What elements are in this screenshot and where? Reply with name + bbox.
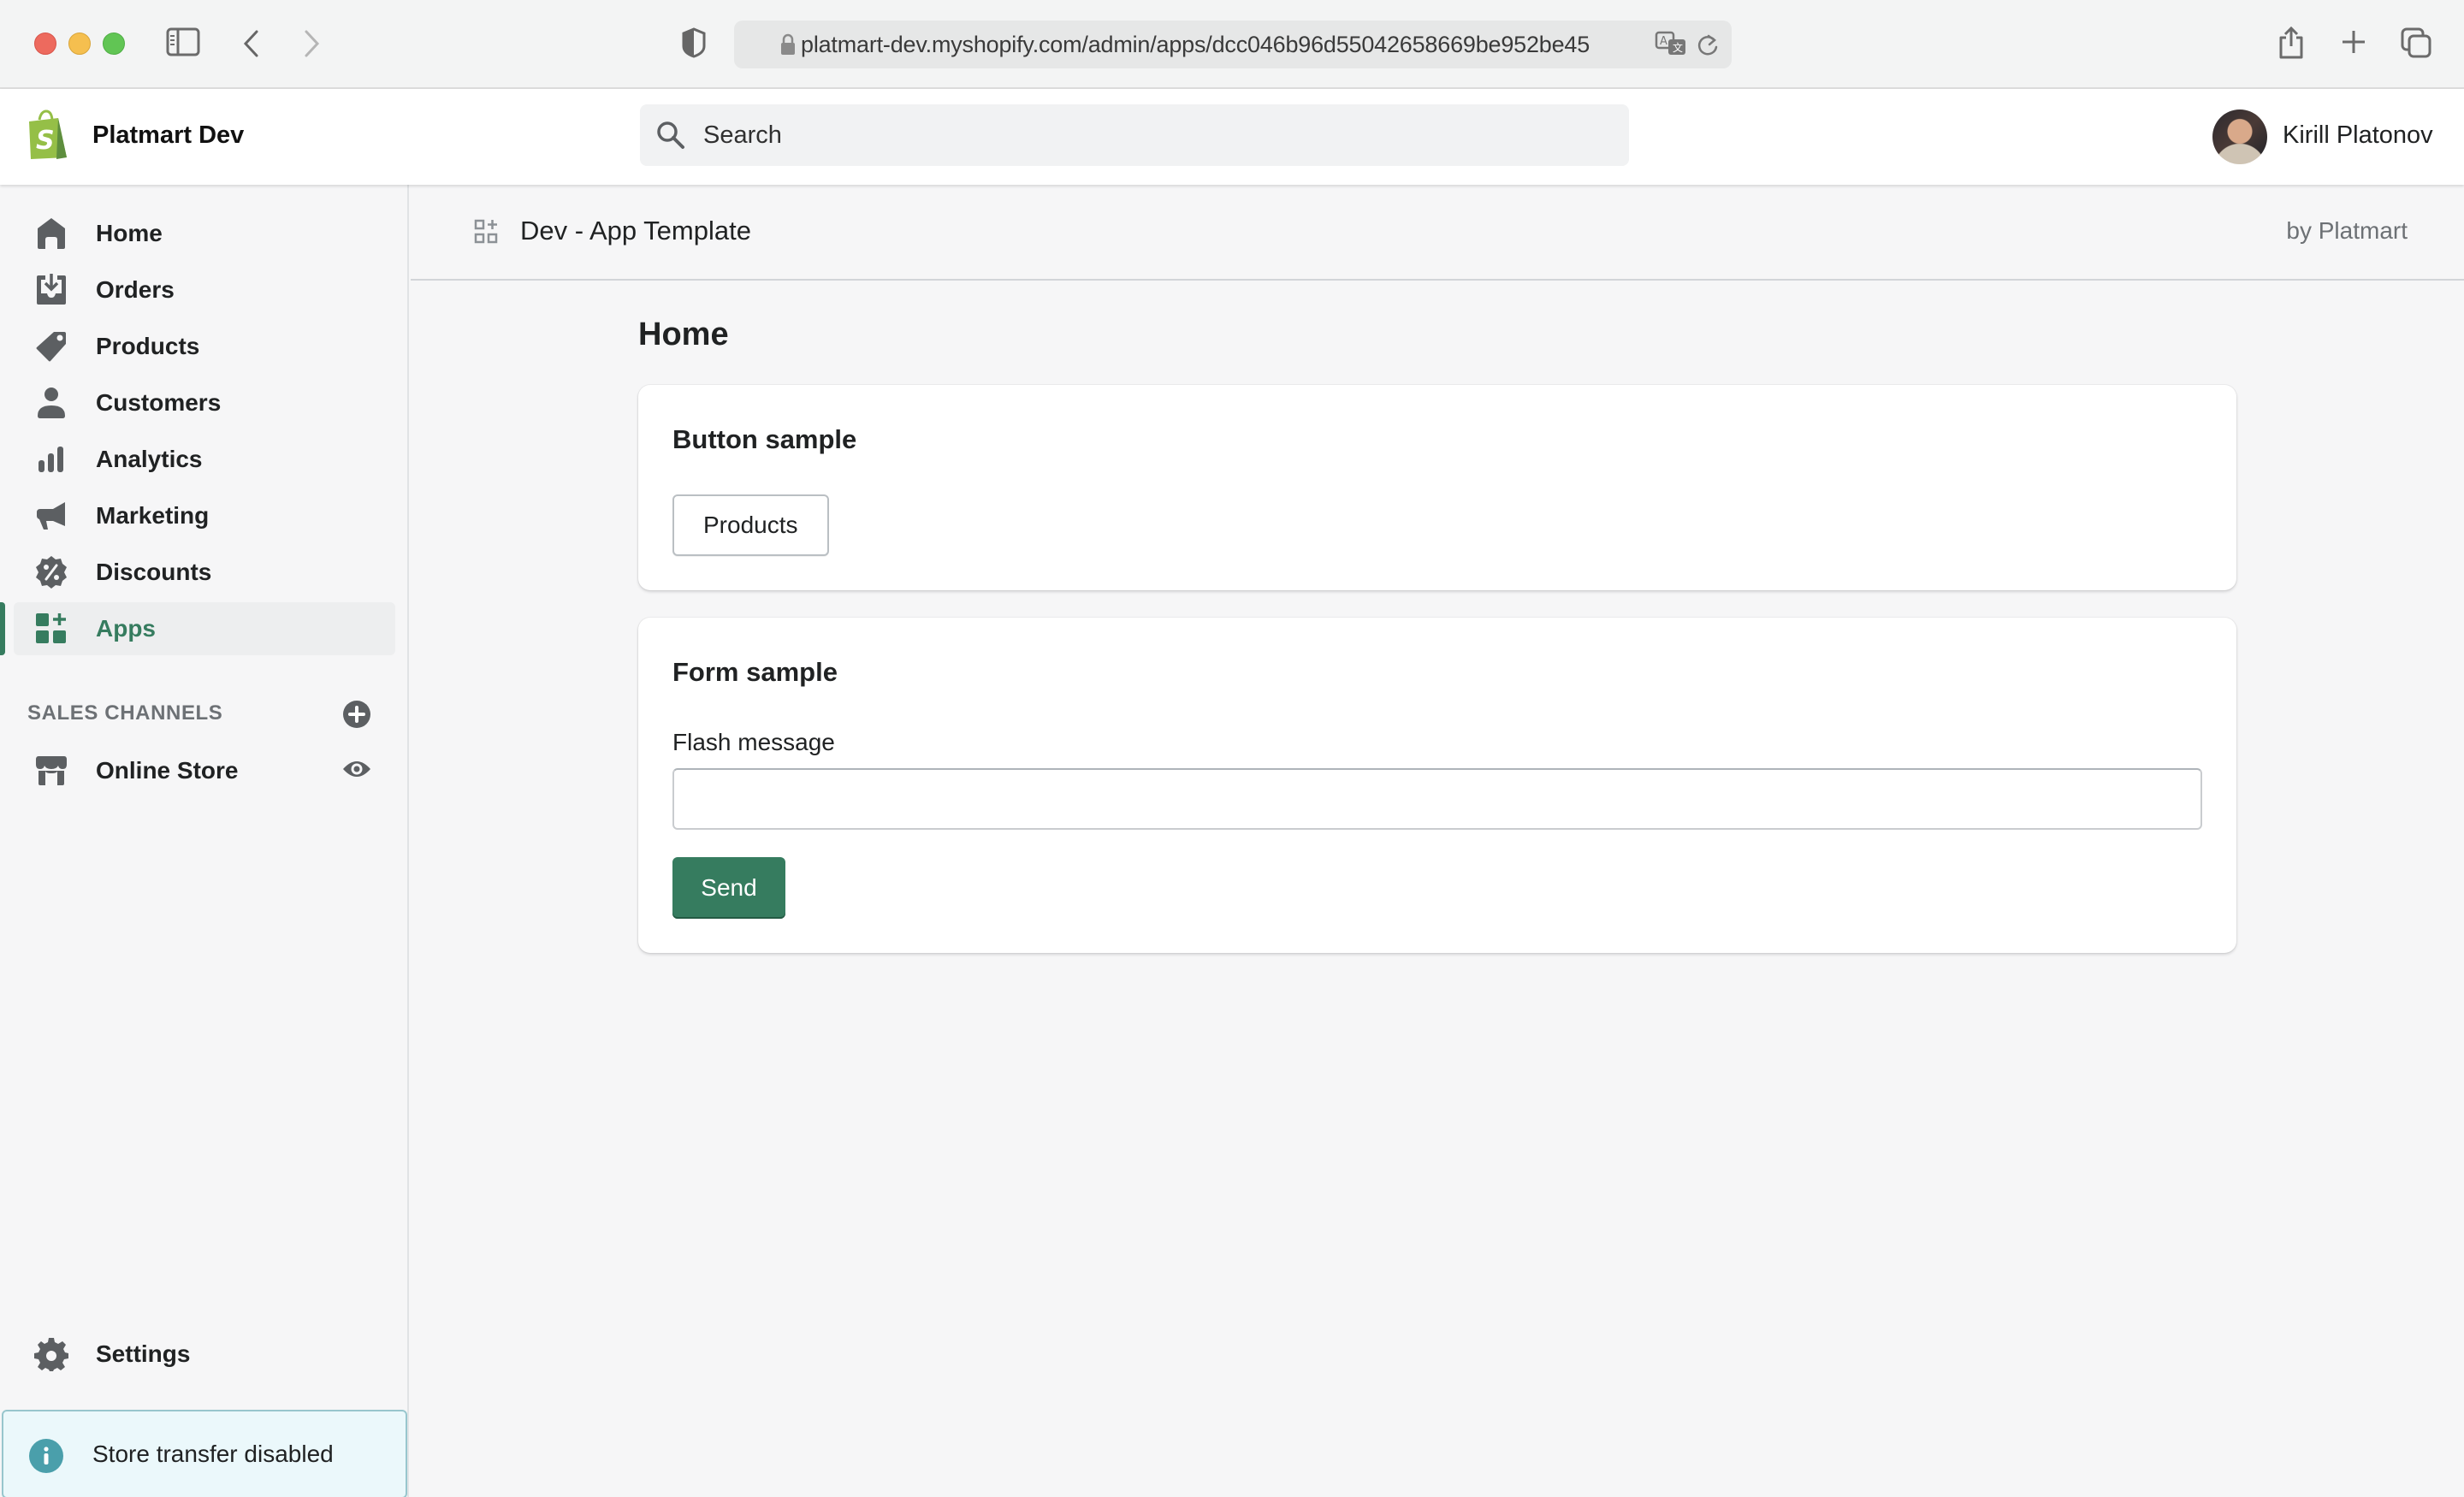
flash-message-label: Flash message (672, 729, 835, 755)
orders-icon (34, 273, 68, 307)
sidebar-item-label: Online Store (96, 757, 239, 784)
card-title: Button sample (672, 424, 857, 454)
view-store-icon[interactable] (342, 754, 371, 784)
sidebar-item-online-store[interactable]: Online Store (14, 744, 395, 797)
forward-icon[interactable] (303, 29, 322, 58)
browser-toolbar: platmart-dev.myshopify.com/admin/apps/dc… (0, 0, 2464, 89)
avatar[interactable] (2212, 109, 2267, 164)
sidebar-item-label: Analytics (96, 446, 203, 472)
gear-icon (34, 1337, 68, 1371)
close-window-button[interactable] (34, 33, 56, 55)
privacy-shield-icon[interactable] (681, 27, 707, 58)
user-name[interactable]: Kirill Platonov (2283, 121, 2433, 150)
sidebar-item-label: Discounts (96, 559, 212, 585)
sidebar-item-label: Apps (96, 615, 156, 642)
sidebar-toggle-icon[interactable] (166, 27, 200, 56)
svg-text:A: A (1660, 35, 1667, 48)
app-grid-icon (474, 219, 498, 249)
sidebar-item-analytics[interactable]: Analytics (14, 433, 395, 486)
app-title: Dev - App Template (520, 216, 751, 246)
add-sales-channel-button[interactable] (342, 700, 371, 729)
sidebar-item-customers[interactable]: Customers (14, 376, 395, 429)
store-name[interactable]: Platmart Dev (92, 121, 244, 150)
page-title: Home (638, 317, 729, 352)
sidebar-item-label: Orders (96, 276, 175, 303)
zoom-window-button[interactable] (103, 33, 125, 55)
app-developer: by Platmart (2286, 217, 2408, 244)
active-indicator (0, 602, 5, 655)
translate-icon[interactable]: A文 (1655, 31, 1689, 60)
svg-text:文: 文 (1673, 41, 1683, 54)
sidebar-item-label: Customers (96, 389, 222, 416)
lock-icon (780, 33, 796, 56)
button-sample-card: Button sample Products (638, 385, 2236, 590)
tag-icon (34, 329, 68, 364)
sidebar-item-marketing[interactable]: Marketing (14, 489, 395, 542)
discount-icon (34, 555, 68, 589)
sidebar-item-discounts[interactable]: Discounts (14, 546, 395, 599)
share-icon[interactable] (2277, 26, 2305, 60)
sidebar-item-settings[interactable]: Settings (14, 1328, 395, 1381)
store-transfer-banner: Store transfer disabled (2, 1410, 407, 1497)
flash-message-input[interactable] (672, 768, 2202, 830)
banner-text: Store transfer disabled (92, 1441, 334, 1467)
person-icon (34, 386, 68, 420)
form-sample-card: Form sample Flash message Send (638, 618, 2236, 953)
search-placeholder: Search (703, 121, 782, 149)
home-icon (34, 216, 68, 251)
sidebar: Home Orders Products Customers Analytics… (0, 185, 409, 1497)
back-icon[interactable] (241, 29, 260, 58)
url-text: platmart-dev.myshopify.com/admin/apps/dc… (801, 31, 1590, 57)
card-title: Form sample (672, 657, 838, 687)
send-button[interactable]: Send (672, 857, 785, 919)
megaphone-icon (34, 499, 68, 533)
search-icon (655, 120, 686, 151)
sidebar-item-products[interactable]: Products (14, 320, 395, 373)
sales-channels-heading: SALES CHANNELS (27, 701, 223, 725)
products-button[interactable]: Products (672, 494, 829, 556)
search-input[interactable]: Search (640, 104, 1629, 166)
address-bar[interactable]: platmart-dev.myshopify.com/admin/apps/dc… (734, 21, 1732, 68)
sidebar-item-apps[interactable]: Apps (14, 602, 395, 655)
info-icon (29, 1439, 63, 1473)
sidebar-item-home[interactable]: Home (14, 207, 395, 260)
bar-chart-icon (34, 442, 68, 476)
sidebar-item-label: Products (96, 333, 200, 359)
sidebar-item-orders[interactable]: Orders (14, 263, 395, 317)
reload-icon[interactable] (1696, 33, 1720, 58)
store-icon (34, 754, 68, 788)
tab-overview-icon[interactable] (2401, 27, 2431, 58)
apps-icon (34, 612, 68, 646)
new-tab-icon[interactable] (2341, 29, 2366, 55)
admin-topbar: S Platmart Dev Search Kirill Platonov (0, 89, 2464, 185)
sidebar-item-label: Home (96, 220, 163, 246)
app-title-bar: Dev - App Template by Platmart (411, 185, 2464, 281)
sidebar-item-label: Settings (96, 1340, 191, 1367)
sidebar-item-label: Marketing (96, 502, 210, 529)
shopify-logo-icon[interactable]: S (24, 109, 68, 165)
svg-text:S: S (36, 126, 55, 156)
minimize-window-button[interactable] (68, 33, 91, 55)
